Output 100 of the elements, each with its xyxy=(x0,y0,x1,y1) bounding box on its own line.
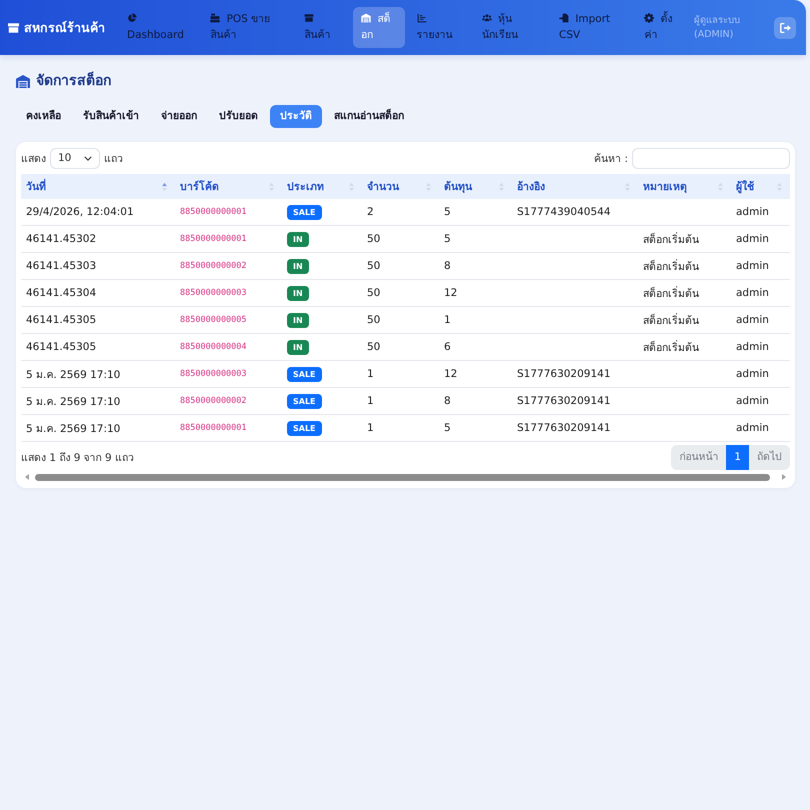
nav-link[interactable]: สินค้า xyxy=(296,7,349,48)
column-header[interactable]: ต้นทุน xyxy=(444,178,472,195)
page-size-select[interactable]: 10 xyxy=(50,148,100,168)
table-cell: S1777439040544 xyxy=(512,199,638,226)
logout-button[interactable] xyxy=(774,16,796,38)
table-cell: 1 xyxy=(362,414,439,442)
barcode-cell: 8850000000002 xyxy=(175,252,282,280)
user-label: ผู้ดูแลระบบ (ADMIN) xyxy=(694,14,741,41)
sort-icon[interactable] xyxy=(162,182,167,192)
table-cell: สต็อกเริ่มต้น xyxy=(638,306,731,334)
table-cell: S1777630209141 xyxy=(512,414,638,442)
logout-icon xyxy=(780,22,790,32)
tab[interactable]: รับสินค้าเข้า xyxy=(73,105,149,128)
table-cell: 8 xyxy=(439,388,512,414)
column-header[interactable]: วันที่ xyxy=(26,178,46,195)
table-cell: 50 xyxy=(362,226,439,252)
nav-link[interactable]: รายงาน xyxy=(408,7,470,48)
column-header[interactable]: หมายเหตุ xyxy=(643,178,687,195)
table-cell: admin xyxy=(731,306,790,334)
column-header[interactable]: จำนวน xyxy=(367,178,399,195)
box-icon xyxy=(304,13,314,24)
table-cell: 12 xyxy=(439,360,512,388)
table-cell: S1777630209141 xyxy=(512,360,638,388)
table-cell: 8 xyxy=(439,252,512,280)
barcode-cell: 8850000000003 xyxy=(175,360,282,388)
type-badge: IN xyxy=(287,232,309,246)
box-icon xyxy=(8,22,19,32)
warehouse-icon xyxy=(16,74,30,88)
search-field[interactable] xyxy=(632,148,790,168)
nav-link[interactable]: สต็อก xyxy=(352,7,405,48)
table-cell: 5 ม.ค. 2569 17:10 xyxy=(21,388,175,414)
search-label: ค้นหา : xyxy=(594,152,628,166)
table-cell: S1777630209141 xyxy=(512,388,638,414)
table-cell: 6 xyxy=(439,334,512,360)
table-cell: สต็อกเริ่มต้น xyxy=(638,252,731,280)
barcode-cell: 8850000000001 xyxy=(175,199,282,226)
nav-link[interactable]: ตั้งค่า xyxy=(636,7,688,48)
table-cell: 5 xyxy=(439,199,512,226)
type-badge: IN xyxy=(287,286,309,300)
users-icon xyxy=(482,13,492,24)
type-badge: SALE xyxy=(287,394,322,408)
type-badge: IN xyxy=(287,312,309,328)
type-badge: SALE xyxy=(287,204,322,220)
table-cell: 2 xyxy=(362,199,439,226)
scroll-right-arrow-icon[interactable] xyxy=(782,474,786,480)
scroll-left-arrow-icon[interactable] xyxy=(25,474,29,480)
column-header[interactable]: บาร์โค้ด xyxy=(180,178,219,195)
table-cell: admin xyxy=(731,199,790,226)
type-badge: IN xyxy=(287,340,309,354)
barcode-cell: 8850000000005 xyxy=(175,306,282,334)
type-badge: SALE xyxy=(287,420,322,436)
type-badge: IN xyxy=(287,258,309,274)
tab[interactable]: ปรับยอด xyxy=(209,105,268,128)
table-cell: 1 xyxy=(362,360,439,388)
nav-link[interactable]: POS ขายสินค้า xyxy=(202,7,292,48)
rows-label: แถว xyxy=(104,152,123,166)
table-cell: 1 xyxy=(439,306,512,334)
settings-icon xyxy=(644,13,654,24)
table-cell: admin xyxy=(731,280,790,306)
table-info: แสดง 1 ถึง 9 จาก 9 แถว xyxy=(21,451,134,466)
table-cell: admin xyxy=(731,226,790,252)
table-cell: 46141.45305 xyxy=(21,334,175,360)
barcode-cell: 8850000000001 xyxy=(175,226,282,252)
table-cell: 50 xyxy=(362,306,439,334)
table-cell: สต็อกเริ่มต้น xyxy=(638,280,731,306)
table-cell: 1 xyxy=(362,388,439,414)
column-header[interactable]: อ้างอิง xyxy=(517,178,545,195)
table-cell: admin xyxy=(731,388,790,414)
chart-icon xyxy=(416,13,427,24)
chevron-down-icon xyxy=(84,156,92,160)
barcode-cell: 8850000000003 xyxy=(175,280,282,306)
table-cell: 46141.45302 xyxy=(21,226,175,252)
page-title: จัดการสต็อก xyxy=(36,72,111,90)
table-cell: 46141.45303 xyxy=(21,252,175,280)
tab[interactable]: สแกนอ่านสต็อก xyxy=(324,105,414,128)
tab[interactable]: คงเหลือ xyxy=(16,105,71,128)
barcode-cell: 8850000000002 xyxy=(175,388,282,414)
table-cell: admin xyxy=(731,414,790,442)
show-label: แสดง xyxy=(21,152,46,166)
barcode-cell: 8850000000001 xyxy=(175,414,282,442)
nav-link[interactable]: หุ้นนักเรียน xyxy=(474,7,547,48)
table-cell: สต็อกเริ่มต้น xyxy=(638,334,731,360)
file-import-icon xyxy=(558,13,569,24)
warehouse-icon xyxy=(360,13,371,24)
table-cell: 50 xyxy=(362,280,439,306)
table-cell: 46141.45304 xyxy=(21,280,175,306)
table-cell: 5 xyxy=(439,226,512,252)
table-cell: 5 ม.ค. 2569 17:10 xyxy=(21,360,175,388)
column-header[interactable]: ประเภท xyxy=(287,178,324,195)
nav-link[interactable]: Import CSV xyxy=(550,7,632,48)
table-cell: 5 xyxy=(439,414,512,442)
column-header[interactable]: ผู้ใช้ xyxy=(736,178,754,195)
scrollbar-thumb[interactable] xyxy=(35,474,770,480)
table-cell: สต็อกเริ่มต้น xyxy=(638,226,731,252)
table-cell: admin xyxy=(731,360,790,388)
tab[interactable]: จ่ายออก xyxy=(151,105,207,128)
tab[interactable]: ประวัติ xyxy=(270,105,322,128)
table-cell: admin xyxy=(731,334,790,360)
brand-link[interactable]: สหกรณ์ร้านค้า xyxy=(8,18,105,38)
pagination-button[interactable]: 1 xyxy=(726,445,749,470)
